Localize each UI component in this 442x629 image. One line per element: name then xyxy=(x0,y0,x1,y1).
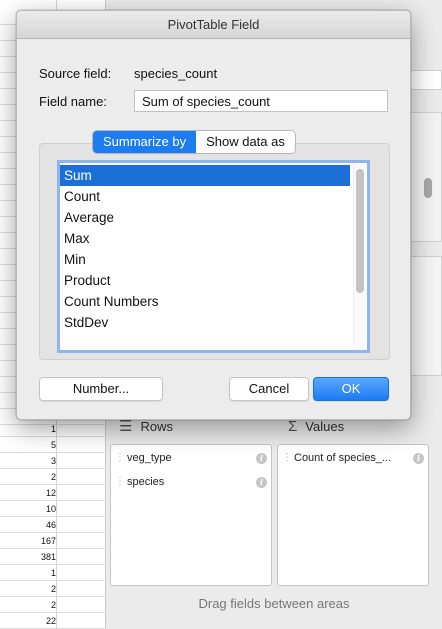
sheet-row[interactable]: 1 xyxy=(0,565,106,581)
number-format-button[interactable]: Number... xyxy=(39,377,163,401)
sheet-cell-value[interactable]: 1 xyxy=(16,421,56,437)
sheet-cell-value[interactable]: 10 xyxy=(16,501,56,517)
rows-lines-icon: ☰ xyxy=(119,418,133,435)
info-icon[interactable]: i xyxy=(413,452,424,464)
sheet-row[interactable]: 12 xyxy=(0,485,106,501)
rows-field-veg-type[interactable]: ⋮ veg_type i xyxy=(115,449,267,467)
sheet-row[interactable]: 381 xyxy=(0,549,106,565)
field-name-label: Field name: xyxy=(39,94,107,109)
rows-area-label: Rows xyxy=(140,419,173,434)
sheet-cell-value[interactable]: 22 xyxy=(16,613,56,629)
cancel-button[interactable]: Cancel xyxy=(229,377,309,401)
list-item-average[interactable]: Average xyxy=(60,207,350,228)
field-chip-label: species xyxy=(127,476,165,488)
field-chip-label: Count of species_... xyxy=(294,452,392,464)
summarize-function-list[interactable]: Sum Count Average Max Min Product Count … xyxy=(59,162,368,351)
info-icon[interactable]: i xyxy=(256,476,267,488)
list-item-product[interactable]: Product xyxy=(60,270,350,291)
source-field-label: Source field: xyxy=(39,66,112,81)
sheet-row[interactable]: 3 xyxy=(0,453,106,469)
tab-summarize-by[interactable]: Summarize by xyxy=(93,131,197,153)
sheet-cell-value[interactable]: 3 xyxy=(16,453,56,469)
tab-show-data-as[interactable]: Show data as xyxy=(196,131,295,153)
sheet-cell-value[interactable]: 46 xyxy=(16,517,56,533)
pane-scroll-thumb[interactable] xyxy=(424,178,432,198)
list-scroll-thumb[interactable] xyxy=(356,169,364,293)
sigma-icon: Σ xyxy=(288,418,298,435)
sheet-row[interactable]: 167 xyxy=(0,533,106,549)
field-chip-label: veg_type xyxy=(127,452,172,464)
sheet-cell-value[interactable]: 1 xyxy=(16,565,56,581)
sheet-row[interactable]: 10 xyxy=(0,501,106,517)
ok-button[interactable]: OK xyxy=(313,377,389,401)
drag-fields-hint: Drag fields between areas xyxy=(198,596,350,611)
values-area-title: Σ Values xyxy=(288,418,344,436)
pivottable-field-dialog: PivotTable Field Source field: species_c… xyxy=(16,10,411,420)
sheet-row[interactable]: 22 xyxy=(0,613,106,629)
summarize-tabs: Summarize by Show data as xyxy=(93,131,295,153)
sheet-row[interactable]: 2 xyxy=(0,597,106,613)
list-item-stddev[interactable]: StdDev xyxy=(60,312,350,333)
list-item-min[interactable]: Min xyxy=(60,249,350,270)
rows-field-species[interactable]: ⋮ species i xyxy=(115,473,267,491)
drag-handle-icon[interactable]: ⋮ xyxy=(115,473,125,491)
list-item-max[interactable]: Max xyxy=(60,228,350,249)
sheet-cell-value[interactable]: 5 xyxy=(16,437,56,453)
dialog-title: PivotTable Field xyxy=(17,11,410,39)
sheet-row[interactable]: 5 xyxy=(0,437,106,453)
sheet-cell-value[interactable]: 12 xyxy=(16,485,56,501)
sheet-cell-value[interactable]: 2 xyxy=(16,597,56,613)
values-drop-area[interactable]: ⋮ Count of species_... i xyxy=(277,444,429,586)
rows-area-title: ☰ Rows xyxy=(119,418,173,436)
sheet-cell-value[interactable]: 381 xyxy=(16,549,56,565)
field-name-input[interactable] xyxy=(134,90,388,112)
sheet-cell-value[interactable]: 2 xyxy=(16,469,56,485)
list-scrollbar[interactable] xyxy=(353,163,367,350)
list-item-sum[interactable]: Sum xyxy=(60,165,350,186)
source-field-value: species_count xyxy=(134,66,218,81)
list-item-count-numbers[interactable]: Count Numbers xyxy=(60,291,350,312)
sheet-row[interactable]: 2 xyxy=(0,469,106,485)
drag-handle-icon[interactable]: ⋮ xyxy=(282,449,292,467)
sheet-row[interactable]: 2 xyxy=(0,581,106,597)
sheet-cell-value[interactable]: 167 xyxy=(16,533,56,549)
rows-drop-area[interactable]: ⋮ veg_type i ⋮ species i xyxy=(110,444,272,586)
drag-handle-icon[interactable]: ⋮ xyxy=(115,449,125,467)
sheet-row[interactable]: 1 xyxy=(0,421,106,437)
info-icon[interactable]: i xyxy=(256,452,267,464)
sheet-cell-value[interactable]: 2 xyxy=(16,581,56,597)
list-item-count[interactable]: Count xyxy=(60,186,350,207)
values-area-label: Values xyxy=(305,419,345,434)
values-field-count-species[interactable]: ⋮ Count of species_... i xyxy=(282,449,424,467)
sheet-row[interactable]: 46 xyxy=(0,517,106,533)
